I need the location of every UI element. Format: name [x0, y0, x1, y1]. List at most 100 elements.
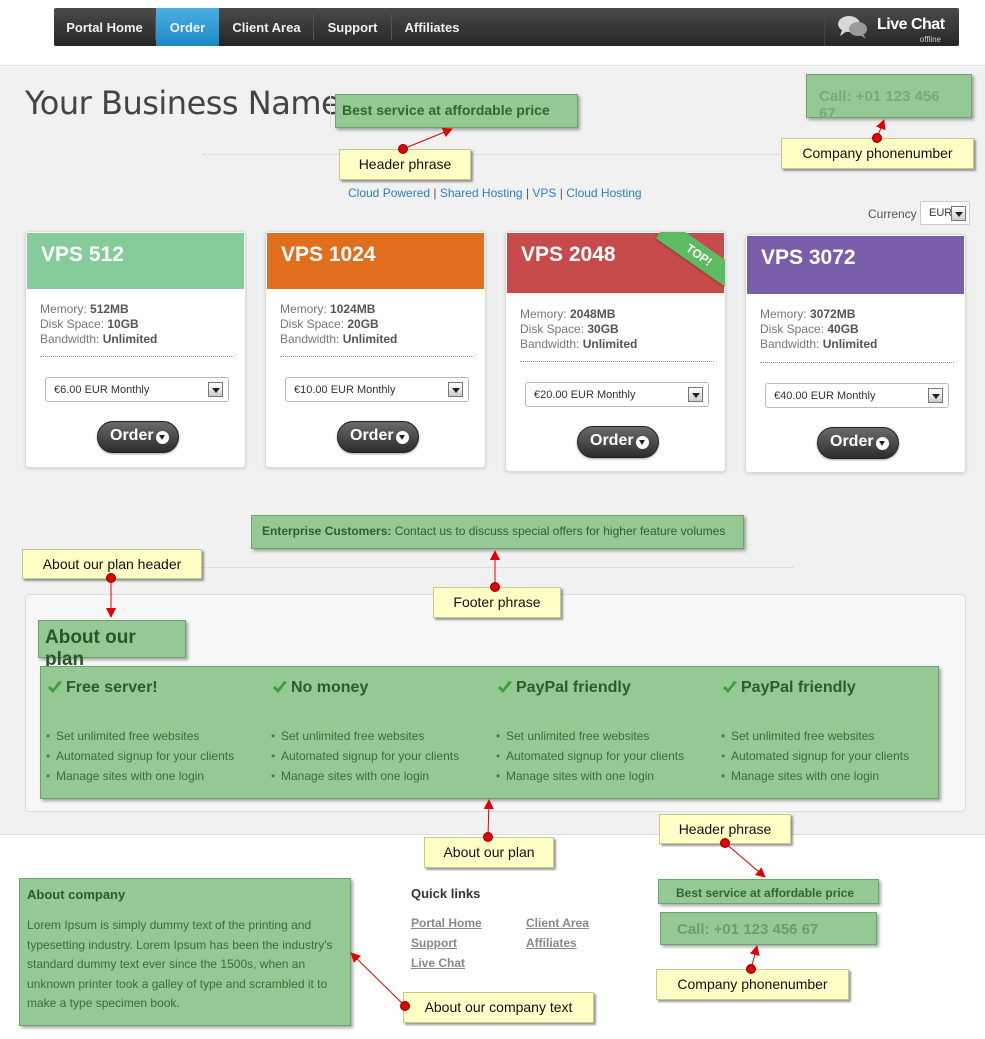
about-company-box: About company Lorem Ipsum is simply dumm…: [19, 878, 351, 1026]
feature-item: Manage sites with one login: [496, 769, 654, 783]
header-phone: Call: +01 123 456 67: [806, 74, 972, 122]
plan-memory: Memory: 1024MB: [280, 302, 375, 316]
billing-cycle-select[interactable]: €10.00 EUR Monthly: [285, 377, 469, 402]
enterprise-text: Contact us to discuss special offers for…: [394, 524, 726, 538]
spec-label: Memory:: [280, 302, 327, 316]
annotation-dot: [490, 582, 500, 592]
spec-value: 1024MB: [330, 302, 376, 316]
footer-link-client-area[interactable]: Client Area: [526, 916, 589, 930]
feature-title: Free server!: [66, 679, 158, 696]
checkmark-icon: [723, 681, 737, 693]
plan-card-vps-3072: VPS 3072 Memory: 3072MB Disk Space: 40GB…: [745, 234, 966, 473]
feature-item: Set unlimited free websites: [46, 729, 199, 743]
nav-portal-home[interactable]: Portal Home: [54, 8, 155, 46]
feature-item: Manage sites with one login: [721, 769, 879, 783]
download-arrow-icon: [636, 436, 649, 449]
plan-card-vps-512: VPS 512 Memory: 512MB Disk Space: 10GB B…: [25, 231, 246, 468]
callout-about-company-text: About our company text: [403, 992, 594, 1023]
order-button[interactable]: Order: [577, 426, 659, 458]
plan-header: VPS 512: [27, 233, 244, 289]
plan-name: VPS 2048: [521, 243, 616, 266]
annotation-dot: [400, 1001, 410, 1011]
footer-link-affiliates[interactable]: Affiliates: [526, 936, 577, 950]
footer-link-portal-home[interactable]: Portal Home: [411, 916, 482, 930]
spec-value: 512MB: [90, 302, 129, 316]
link-separator: |: [559, 186, 563, 200]
order-button[interactable]: Order: [817, 427, 899, 459]
category-link-cloud-hosting[interactable]: Cloud Hosting: [566, 186, 641, 200]
footer-link-live-chat[interactable]: Live Chat: [411, 956, 465, 970]
chevron-down-icon: [208, 382, 223, 397]
category-link-vps[interactable]: VPS: [532, 186, 556, 200]
spec-value: 20GB: [347, 317, 379, 331]
price-value: €10.00 EUR Monthly: [294, 384, 396, 396]
plan-bandwidth: Bandwidth: Unlimited: [40, 332, 157, 346]
order-button[interactable]: Order: [337, 421, 419, 453]
currency-value: EUR: [929, 207, 953, 219]
download-arrow-icon: [156, 431, 169, 444]
spec-value: 40GB: [827, 322, 859, 336]
plan-divider: [280, 356, 474, 357]
currency-label: Currency: [868, 207, 917, 221]
checkmark-icon: [498, 681, 512, 693]
plan-card-vps-2048: VPS 2048 TOP! Memory: 2048MB Disk Space:…: [505, 231, 726, 472]
link-separator: |: [525, 186, 530, 200]
chevron-down-icon: [448, 382, 463, 397]
billing-cycle-select[interactable]: €40.00 EUR Monthly: [765, 383, 949, 408]
header-divider: [330, 92, 331, 128]
spec-label: Bandwidth:: [520, 337, 580, 351]
feature-item: Automated signup for your clients: [271, 749, 459, 763]
callout-footer-phrase: Footer phrase: [433, 587, 561, 618]
spec-value: 2048MB: [570, 307, 616, 321]
about-plan-title: About our plan: [38, 620, 186, 670]
feature-item: Set unlimited free websites: [496, 729, 649, 743]
spec-label: Memory:: [40, 302, 87, 316]
feature-item: Set unlimited free websites: [271, 729, 424, 743]
category-link-shared-hosting[interactable]: Shared Hosting: [440, 186, 523, 200]
spec-label: Memory:: [760, 307, 807, 321]
feature-item: Manage sites with one login: [271, 769, 429, 783]
live-chat-status: offline: [919, 35, 941, 44]
feature-item: Manage sites with one login: [46, 769, 204, 783]
chevron-down-icon: [951, 206, 966, 221]
live-chat-button[interactable]: Live Chat offline: [824, 8, 959, 46]
annotation-dot: [720, 838, 730, 848]
chevron-down-icon: [688, 387, 703, 402]
business-name[interactable]: Your Business Name: [25, 84, 341, 122]
plan-disk: Disk Space: 10GB: [40, 317, 139, 331]
annotation-dot: [398, 144, 408, 154]
plan-disk: Disk Space: 30GB: [520, 322, 619, 336]
plan-name: VPS 512: [41, 243, 124, 266]
footer-link-support[interactable]: Support: [411, 936, 457, 950]
download-arrow-icon: [396, 431, 409, 444]
annotation-dot: [483, 832, 493, 842]
order-button[interactable]: Order: [97, 421, 179, 453]
price-value: €40.00 EUR Monthly: [774, 390, 876, 402]
category-links: Cloud Powered | Shared Hosting | VPS | C…: [348, 186, 642, 200]
plan-card-vps-1024: VPS 1024 Memory: 1024MB Disk Space: 20GB…: [265, 231, 486, 468]
about-company-title: About company: [27, 887, 126, 902]
callout-header-phrase: Header phrase: [339, 149, 471, 180]
chevron-down-icon: [928, 388, 943, 403]
billing-cycle-select[interactable]: €20.00 EUR Monthly: [525, 382, 709, 407]
spec-value: Unlimited: [582, 337, 638, 351]
order-label: Order: [110, 427, 154, 444]
download-arrow-icon: [876, 437, 889, 450]
header-tagline: Best service at affordable price: [335, 94, 578, 128]
plan-memory: Memory: 512MB: [40, 302, 129, 316]
dotted-divider: [200, 567, 793, 568]
nav-client-area[interactable]: Client Area: [220, 8, 313, 46]
plan-divider: [760, 362, 954, 363]
currency-select[interactable]: EUR: [920, 201, 970, 225]
nav-affiliates[interactable]: Affiliates: [392, 8, 472, 46]
spec-value: Unlimited: [342, 332, 398, 346]
category-link-cloud-powered[interactable]: Cloud Powered: [348, 186, 430, 200]
enterprise-label: Enterprise Customers:: [262, 524, 392, 538]
nav-support[interactable]: Support: [314, 8, 391, 46]
billing-cycle-select[interactable]: €6.00 EUR Monthly: [45, 377, 229, 402]
nav-order[interactable]: Order: [156, 8, 219, 46]
plan-name: VPS 3072: [761, 246, 856, 269]
footer-phone: Call: +01 123 456 67: [660, 912, 877, 945]
spec-value: 10GB: [107, 317, 139, 331]
plan-header: VPS 1024: [267, 233, 484, 289]
